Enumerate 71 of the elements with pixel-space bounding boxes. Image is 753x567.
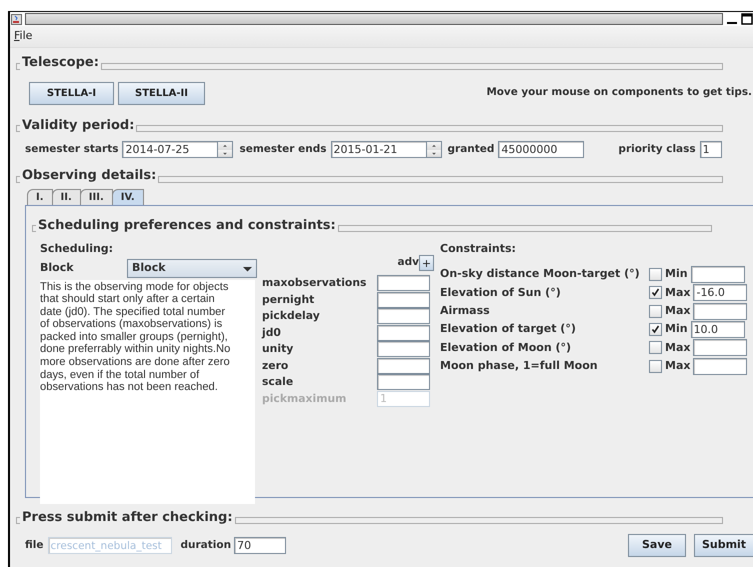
field-label: semester starts	[25, 142, 118, 157]
param-label: jd0	[262, 324, 282, 341]
text-field[interactable]	[377, 358, 430, 374]
text-field[interactable]	[377, 374, 430, 390]
text-field[interactable]: 70	[234, 537, 286, 554]
tab[interactable]: III.	[80, 188, 113, 204]
constraint-label: Elevation of Sun (°)	[440, 284, 562, 301]
text-field[interactable]: 10.0	[690, 321, 745, 338]
section-title: Press submit after checking:	[21, 508, 234, 526]
field-label: duration	[180, 538, 232, 553]
field-label: priority class	[618, 142, 696, 157]
section-title: Validity period:	[21, 116, 136, 134]
text-field[interactable]	[377, 275, 430, 292]
form-button[interactable]: Submit	[694, 534, 753, 557]
text-field[interactable]	[693, 358, 748, 375]
field-label: granted	[448, 142, 494, 157]
checkbox[interactable]	[649, 341, 662, 354]
section-heading: Constraints:	[440, 241, 517, 257]
section-heading: Scheduling:	[40, 241, 114, 257]
checkbox[interactable]	[649, 304, 662, 318]
section-title: Scheduling preferences and constraints:	[37, 216, 337, 234]
text-field[interactable]	[377, 292, 430, 308]
param-label: pernight	[262, 292, 316, 308]
param-label: pickdelay	[262, 308, 321, 324]
bound-label: Max	[665, 284, 690, 301]
maximize-icon[interactable]	[741, 13, 753, 25]
checkbox[interactable]	[649, 360, 662, 373]
form-button[interactable]: Save	[628, 534, 686, 557]
mode-dropdown[interactable]: Block	[127, 258, 257, 278]
bound-label: Max	[665, 340, 690, 356]
param-label: scale	[262, 374, 294, 390]
checkbox[interactable]	[649, 286, 662, 300]
mode-label: Block	[40, 260, 75, 276]
adv-label: adv	[398, 255, 419, 270]
constraint-label: Elevation of Moon (°)	[440, 340, 572, 356]
text-field[interactable]	[377, 324, 430, 341]
description-text: This is the observing mode for objects that should start only after a certain date (jd0). The specified total number of observations (maxobservations) is packed into smaller groups (pernight), done preferrably within unity nights.No more observations are done after zero days, even if the total number of observations has not been reached.	[40, 280, 255, 504]
checkbox[interactable]	[649, 323, 662, 336]
text-field[interactable]	[690, 266, 745, 284]
text-field[interactable]	[693, 302, 748, 320]
field-label: file	[25, 538, 44, 553]
param-label: zero	[262, 358, 290, 374]
text-field[interactable]	[377, 308, 430, 324]
menu-item[interactable]: File	[14, 28, 32, 45]
constraint-label: Elevation of target (°)	[440, 321, 577, 338]
text-field[interactable]: -16.0	[693, 284, 748, 302]
constraint-label: Moon phase, 1=full Moon	[440, 358, 599, 374]
telescope-button[interactable]: STELLA-II	[118, 82, 205, 104]
bound-label: Max	[665, 302, 690, 319]
param-label: pickmaximum	[262, 390, 348, 407]
tab[interactable]: I.	[27, 188, 53, 204]
tab[interactable]: IV.	[112, 188, 144, 204]
bound-label: Max	[665, 358, 690, 374]
bound-label: Min	[665, 321, 688, 338]
section-title: Observing details:	[21, 167, 158, 185]
add-button[interactable]: +	[419, 255, 434, 271]
checkbox[interactable]	[649, 268, 662, 282]
constraint-label: On-sky distance Moon-target (°)	[440, 266, 641, 282]
section-title: Telescope:	[21, 54, 100, 72]
tab[interactable]: II.	[52, 188, 81, 204]
constraint-label: Airmass	[440, 302, 491, 319]
text-field[interactable]	[377, 341, 430, 358]
text-field[interactable]: 45000000	[498, 141, 584, 158]
field-label: semester ends	[239, 142, 326, 157]
bound-label: Min	[665, 266, 688, 282]
telescope-button[interactable]: STELLA-I	[29, 82, 114, 104]
param-label: unity	[262, 341, 294, 358]
text-field[interactable]	[693, 339, 748, 356]
param-label: maxobservations	[262, 275, 368, 292]
tip-text: Move your mouse on components to get tips.	[486, 85, 752, 100]
text-field[interactable]: 1	[700, 141, 722, 158]
